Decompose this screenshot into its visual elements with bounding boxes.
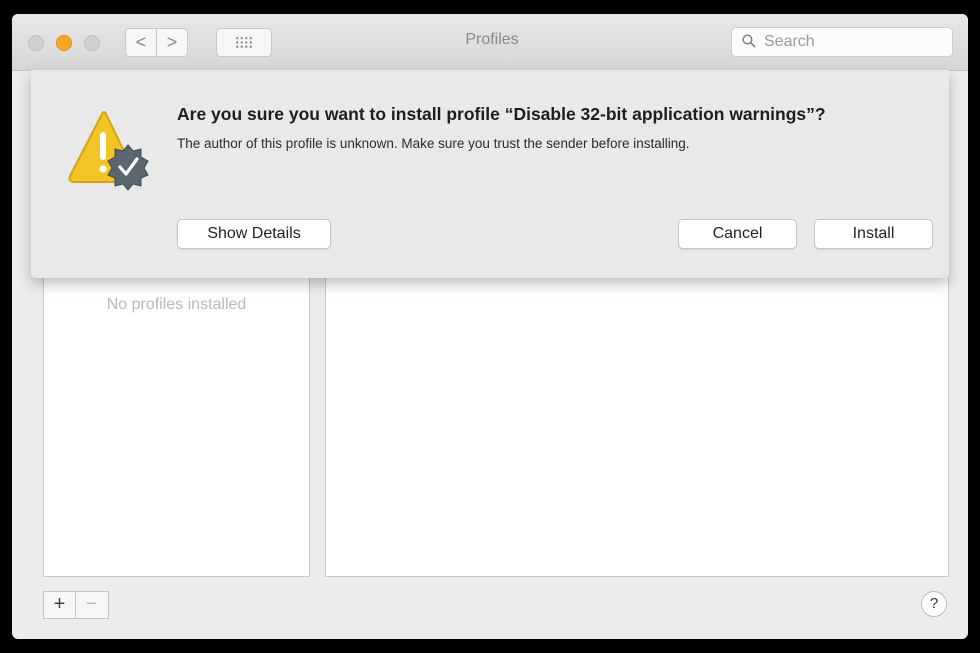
show-details-button[interactable]: Show Details <box>177 219 331 249</box>
screenshot-frame: < > Profiles Search No profiles installe… <box>0 0 980 653</box>
help-button[interactable]: ? <box>921 591 947 617</box>
dialog-message: The author of this profile is unknown. M… <box>177 136 690 151</box>
preferences-window: < > Profiles Search No profiles installe… <box>12 14 968 639</box>
add-remove-control: + − <box>43 591 109 619</box>
empty-profiles-label: No profiles installed <box>106 296 247 313</box>
profile-detail-pane <box>325 278 949 577</box>
search-placeholder: Search <box>764 33 815 50</box>
remove-profile-button[interactable]: − <box>76 592 107 618</box>
back-button[interactable]: < <box>125 28 157 57</box>
window-title: Profiles <box>465 31 519 48</box>
dialog-heading: Are you sure you want to install profile… <box>177 104 826 124</box>
install-profile-sheet: Are you sure you want to install profile… <box>31 70 949 278</box>
profiles-list[interactable]: No profiles installed <box>43 278 310 577</box>
titlebar: < > Profiles Search <box>12 14 968 71</box>
show-all-button[interactable] <box>216 28 272 57</box>
install-button[interactable]: Install <box>814 219 933 249</box>
search-field[interactable]: Search <box>731 27 953 57</box>
close-window-button[interactable] <box>28 35 44 51</box>
chevron-right-icon: > <box>166 32 178 52</box>
add-profile-button[interactable]: + <box>44 592 76 618</box>
chevron-left-icon: < <box>135 32 147 52</box>
search-icon <box>742 34 756 48</box>
minimize-window-button[interactable] <box>56 35 72 51</box>
forward-button[interactable]: > <box>156 28 188 57</box>
zoom-window-button[interactable] <box>84 35 100 51</box>
grid-icon <box>235 36 253 49</box>
warning-badge-icon <box>68 111 149 191</box>
cancel-button[interactable]: Cancel <box>678 219 797 249</box>
